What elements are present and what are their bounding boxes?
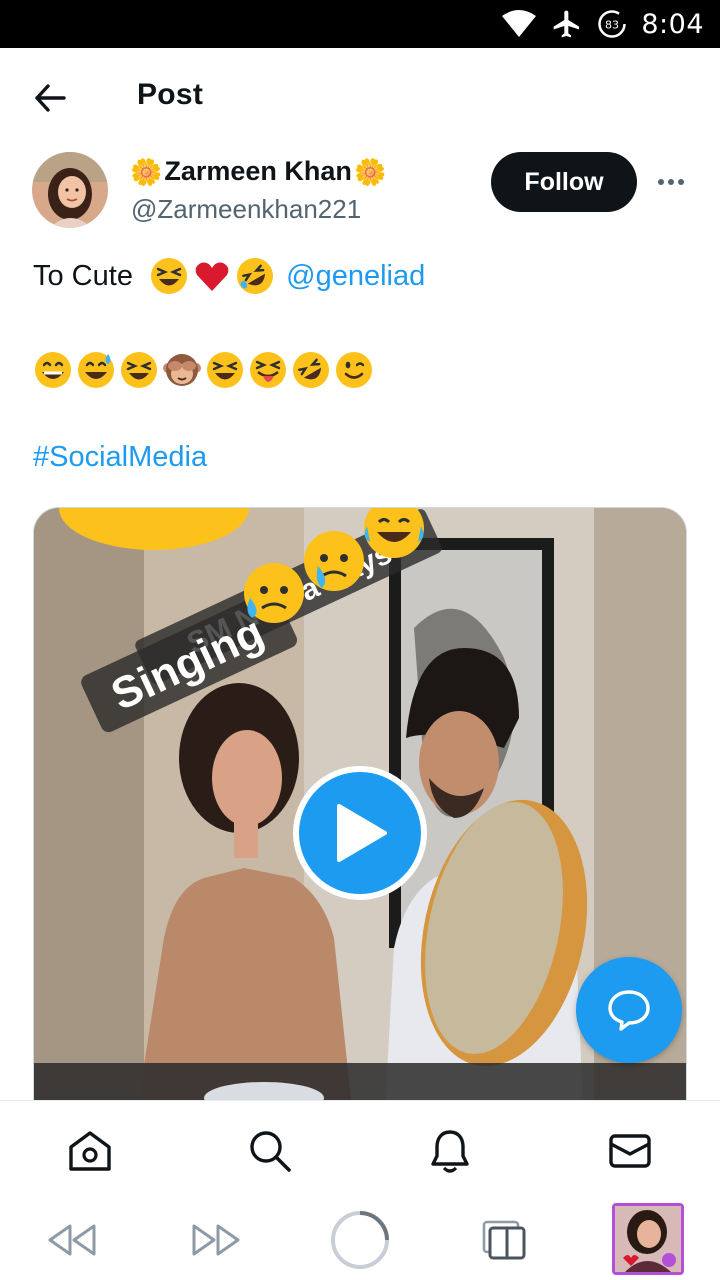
see-no-evil-monkey-emoji [163,354,201,386]
page-title: Post [137,78,204,111]
sad-sweat-sticker [244,563,304,623]
play-button[interactable] [293,766,427,900]
circle-home-icon [331,1211,389,1269]
reply-fab-button[interactable] [576,957,682,1063]
wifi-icon [501,10,537,38]
tab-search[interactable] [246,1127,294,1175]
post-text: To Cute [33,259,133,292]
crying-sticker [304,531,364,591]
rewind-icon [48,1224,96,1256]
recents-button[interactable] [478,1208,530,1272]
mail-icon [609,1134,651,1168]
battery-level: 83 [605,19,619,32]
play-icon [337,804,387,862]
red-heart-emoji [195,262,229,291]
display-name: Zarmeen Khan [164,156,352,186]
tab-home[interactable] [66,1127,114,1175]
tab-messages[interactable] [606,1127,654,1175]
home-icon [69,1131,111,1171]
more-options-button[interactable] [652,168,690,196]
post-author: 🌼 Zarmeen Khan 🌼 @Zarmeenkhan221 Follow [0,150,720,240]
post-text-line-1: To Cute @geneliad [33,256,425,296]
mention-link[interactable]: @geneliad [286,260,425,293]
author-handle[interactable]: @Zarmeenkhan221 [131,194,361,225]
search-icon [250,1131,291,1172]
laughing-emoji [151,258,188,294]
rewind-button[interactable] [44,1208,100,1272]
recents-icon [482,1220,526,1260]
squinting-tongue-emoji [250,352,286,388]
status-bar: 83 8:04 [0,0,720,48]
more-dot [668,179,674,185]
status-time: 8:04 [641,8,704,40]
screen: { "status_bar": { "time": "8:04", "batte… [0,0,720,1280]
winking-emoji [336,352,372,388]
top-app-bar: Post [0,48,720,144]
bottom-tab-bar [0,1100,720,1200]
hashtag-link[interactable]: #SocialMedia [33,441,207,474]
back-button[interactable] [30,78,70,118]
battery-saver-icon: 83 [597,9,627,39]
author-name[interactable]: 🌼 Zarmeen Khan 🌼 [130,156,386,187]
fast-forward-icon [192,1224,240,1256]
avatar[interactable] [32,152,108,228]
rofl-emoji [237,258,274,294]
more-dot [678,179,684,185]
post-emoji-line [33,350,377,390]
post-hashtag-line: #SocialMedia [33,441,207,474]
laughing-emoji [207,352,243,388]
app-thumbnail[interactable] [612,1203,684,1275]
bell-icon [431,1130,469,1173]
laughing-emoji [121,352,157,388]
flower-decoration: 🌼 [130,156,163,187]
airplane-mode-icon [551,8,583,40]
system-home-button[interactable] [328,1208,392,1272]
arrow-left-icon [35,84,66,112]
reply-bubble-icon [608,990,650,1031]
fast-forward-button[interactable] [188,1208,244,1272]
grinning-emoji [35,352,71,388]
flower-decoration: 🌼 [353,156,387,187]
tab-notifications[interactable] [426,1127,474,1175]
more-horizontal-icon [658,179,664,185]
follow-button[interactable]: Follow [491,152,637,212]
rofl-emoji [293,352,329,388]
sweat-smile-emoji [78,352,114,388]
